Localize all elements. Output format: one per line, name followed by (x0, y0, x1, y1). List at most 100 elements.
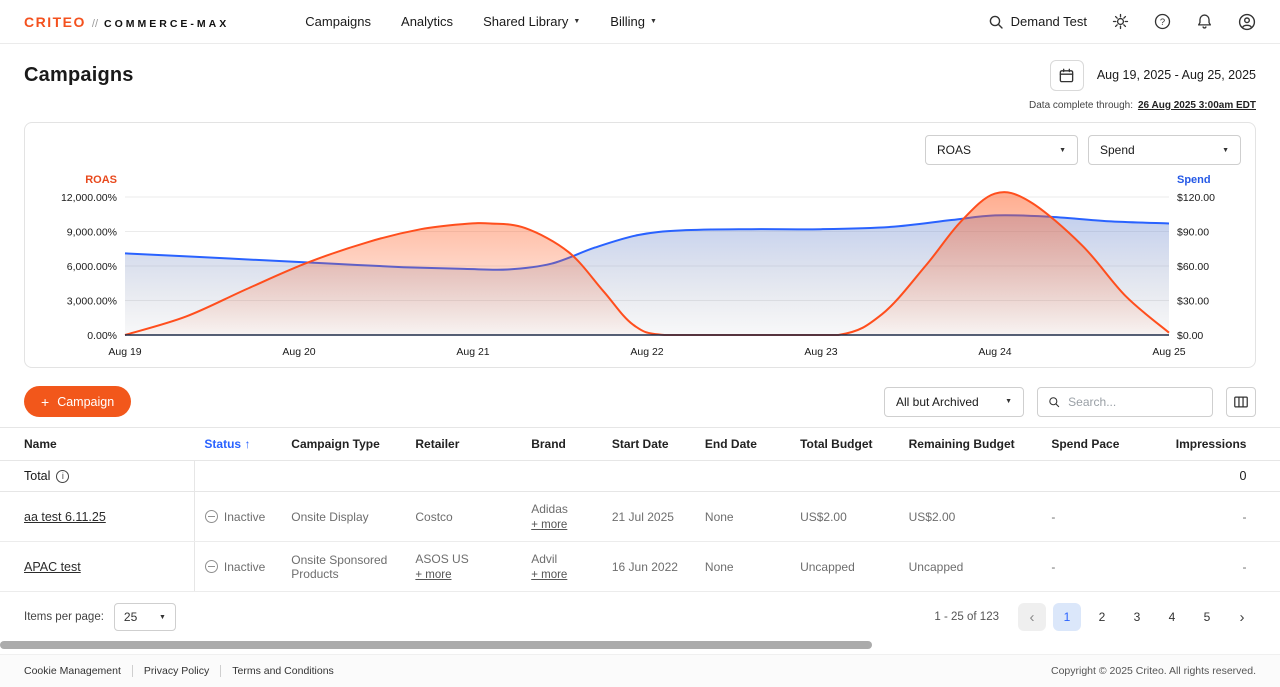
footer-link-cookie-management[interactable]: Cookie Management (24, 665, 132, 677)
main-nav: Campaigns Analytics Shared Library▼ Bill… (305, 14, 657, 29)
column-settings-button[interactable] (1226, 387, 1256, 417)
cell-name: APAC test (0, 542, 194, 592)
left-metric-value: ROAS (937, 143, 971, 157)
brand-more-link[interactable]: + more (531, 519, 567, 531)
column-header-name[interactable]: Name (0, 428, 194, 461)
empty-cell (899, 461, 1042, 492)
info-icon[interactable] (56, 470, 69, 483)
cell-status: Inactive (194, 492, 281, 542)
cell-brand: Advil + more (521, 542, 602, 592)
column-header-total-budget[interactable]: Total Budget (790, 428, 899, 461)
bell-icon (1196, 13, 1213, 30)
brand-text: Advil (531, 552, 557, 566)
empty-cell (194, 461, 281, 492)
new-campaign-button[interactable]: + Campaign (24, 386, 131, 417)
svg-text:$30.00: $30.00 (1177, 296, 1209, 308)
settings-button[interactable] (1112, 13, 1129, 30)
cell-end-date: None (695, 492, 790, 542)
account-name: Demand Test (1011, 14, 1087, 29)
empty-cell (790, 461, 899, 492)
items-per-page-select[interactable]: 25 ▼ (114, 603, 176, 631)
roas-spend-chart: ROASSpend12,000.00%9,000.00%6,000.00%3,0… (39, 167, 1239, 365)
table-header-row: Name Status ↑ Campaign Type Retailer Bra… (0, 428, 1280, 461)
gear-icon (1112, 13, 1129, 30)
prev-page-button[interactable]: ‹ (1018, 603, 1046, 631)
column-header-status[interactable]: Status ↑ (194, 428, 281, 461)
column-header-start-date[interactable]: Start Date (602, 428, 695, 461)
page-button-1[interactable]: 1 (1053, 603, 1081, 631)
search-input[interactable] (1068, 395, 1202, 409)
date-picker-button[interactable] (1050, 60, 1084, 91)
chevron-down-icon: ▼ (1059, 147, 1066, 154)
search-icon (988, 14, 1004, 30)
cell-start-date: 16 Jun 2022 (602, 542, 695, 592)
pagination-bar: Items per page: 25 ▼ 1 - 25 of 123 ‹ 1 2… (24, 602, 1256, 632)
chevron-down-icon: ▼ (159, 614, 166, 621)
calendar-icon (1058, 67, 1075, 84)
empty-cell (281, 461, 405, 492)
user-icon (1238, 13, 1256, 31)
column-label: Status (204, 437, 241, 451)
column-header-clicks[interactable]: Clicks (1256, 428, 1280, 461)
nav-item-billing[interactable]: Billing▼ (610, 14, 657, 29)
retailer-more-link[interactable]: + more (415, 569, 451, 581)
account-switcher[interactable]: Demand Test (988, 14, 1087, 30)
empty-cell (405, 461, 521, 492)
page-footer: Cookie Management Privacy Policy Terms a… (0, 654, 1280, 687)
nav-label: Campaigns (305, 14, 371, 29)
criteo-logo[interactable]: CRITEO // COMMERCE-MAX (24, 14, 229, 30)
data-complete-link[interactable]: 26 Aug 2025 3:00am EDT (1138, 100, 1256, 111)
new-campaign-label: Campaign (57, 395, 114, 409)
column-header-end-date[interactable]: End Date (695, 428, 790, 461)
inactive-status-icon (205, 510, 218, 523)
brand-more-link[interactable]: + more (531, 569, 567, 581)
campaign-link[interactable]: aa test 6.11.25 (24, 510, 106, 524)
status-filter-select[interactable]: All but Archived ▼ (884, 387, 1024, 417)
page-button-3[interactable]: 3 (1123, 603, 1151, 631)
pagination-range: 1 - 25 of 123 (934, 611, 999, 623)
svg-text:3,000.00%: 3,000.00% (67, 296, 117, 308)
next-page-button[interactable]: › (1228, 603, 1256, 631)
column-header-remaining-budget[interactable]: Remaining Budget (899, 428, 1042, 461)
footer-link-terms[interactable]: Terms and Conditions (220, 665, 345, 677)
sort-asc-icon: ↑ (244, 437, 250, 451)
table-row: APAC test Inactive Onsite Sponsored Prod… (0, 542, 1280, 592)
nav-item-analytics[interactable]: Analytics (401, 14, 453, 29)
scrollbar-thumb[interactable] (0, 641, 872, 649)
retailer-text: Costco (415, 510, 452, 524)
svg-text:6,000.00%: 6,000.00% (67, 261, 117, 273)
nav-item-campaigns[interactable]: Campaigns (305, 14, 371, 29)
empty-cell (1041, 461, 1157, 492)
column-header-spend-pace[interactable]: Spend Pace (1041, 428, 1157, 461)
cell-impressions: - (1157, 492, 1256, 542)
nav-label: Analytics (401, 14, 453, 29)
page-button-4[interactable]: 4 (1158, 603, 1186, 631)
column-header-impressions[interactable]: Impressions (1157, 428, 1256, 461)
cell-retailer: Costco (405, 492, 521, 542)
toolbar-right: All but Archived ▼ (884, 387, 1256, 417)
pager: 1 - 25 of 123 ‹ 1 2 3 4 5 › (934, 603, 1256, 631)
horizontal-scrollbar (0, 641, 1280, 649)
help-button[interactable]: ? (1154, 13, 1171, 30)
cell-spend-pace: - (1041, 492, 1157, 542)
right-metric-select[interactable]: Spend ▼ (1088, 135, 1241, 165)
campaign-link[interactable]: APAC test (24, 560, 81, 574)
status-text: Inactive (224, 510, 265, 524)
footer-link-privacy-policy[interactable]: Privacy Policy (132, 665, 220, 677)
column-header-retailer[interactable]: Retailer (405, 428, 521, 461)
date-range-text: Aug 19, 2025 - Aug 25, 2025 (1097, 68, 1256, 82)
notifications-button[interactable] (1196, 13, 1213, 30)
column-header-campaign-type[interactable]: Campaign Type (281, 428, 405, 461)
cell-total-budget: Uncapped (790, 542, 899, 592)
left-metric-select[interactable]: ROAS ▼ (925, 135, 1078, 165)
page-button-5[interactable]: 5 (1193, 603, 1221, 631)
status-filter-value: All but Archived (896, 395, 979, 409)
nav-label: Shared Library (483, 14, 568, 29)
svg-text:$120.00: $120.00 (1177, 192, 1215, 204)
plus-icon: + (41, 395, 49, 409)
nav-item-shared-library[interactable]: Shared Library▼ (483, 14, 580, 29)
account-menu-button[interactable] (1238, 13, 1256, 31)
column-header-brand[interactable]: Brand (521, 428, 602, 461)
svg-text:Aug 19: Aug 19 (108, 346, 141, 358)
page-button-2[interactable]: 2 (1088, 603, 1116, 631)
